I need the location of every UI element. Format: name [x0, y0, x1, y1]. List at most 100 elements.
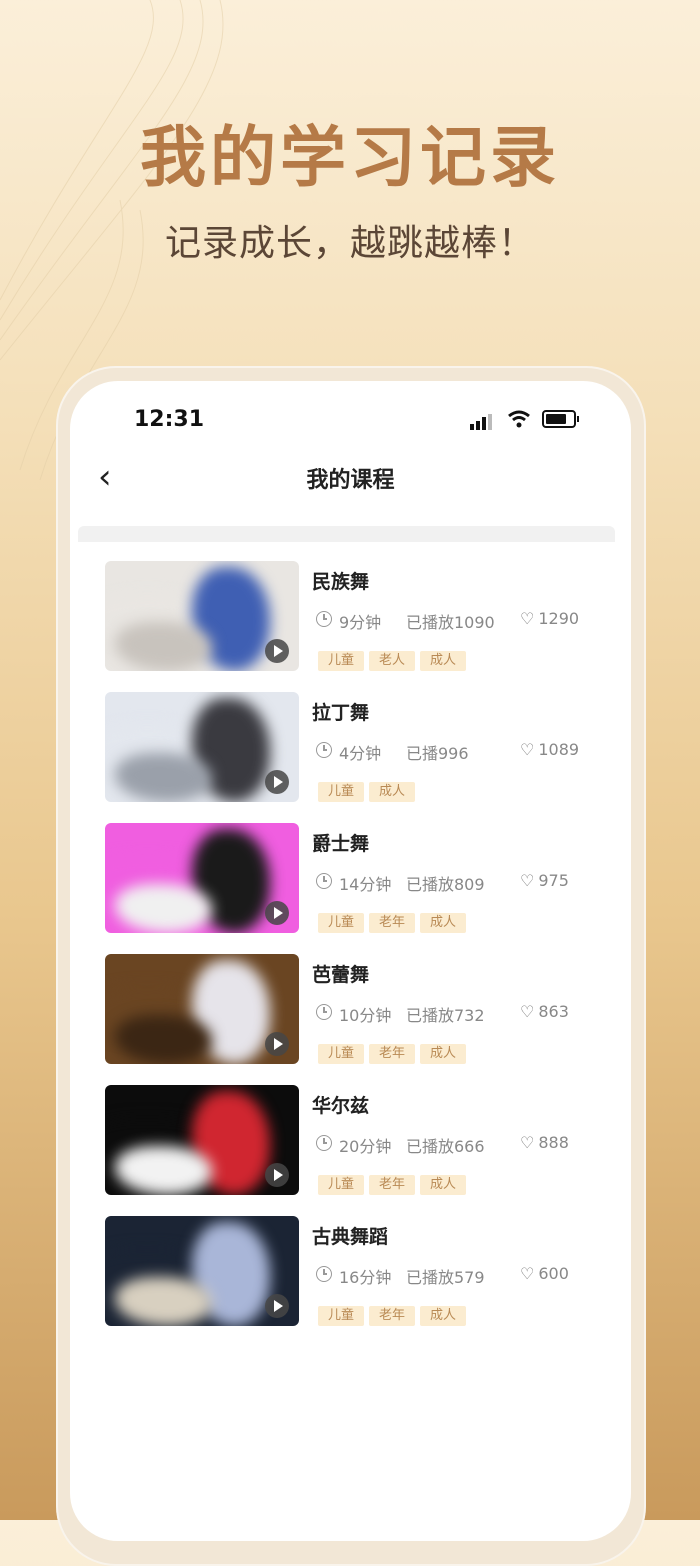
course-play-count: 已播996	[406, 744, 469, 763]
play-icon[interactable]	[265, 770, 289, 794]
course-duration: 10分钟	[339, 1006, 392, 1025]
course-thumbnail[interactable]	[105, 561, 299, 671]
promo-title: 我的学习记录	[140, 119, 560, 196]
play-icon[interactable]	[265, 639, 289, 663]
course-tag: 儿童	[318, 1306, 365, 1326]
course-tag: 儿童	[318, 913, 365, 933]
course-title: 民族舞	[312, 571, 370, 593]
course-row[interactable]: 芭蕾舞 10分钟 已播放732 ♡ 863 儿童 老年 成人	[78, 934, 615, 1065]
course-list: 民族舞 9分钟 已播放1090 ♡ 1290 儿童 老人 成人 拉丁舞 4分钟 已播9…	[78, 541, 615, 1327]
clock-icon	[316, 1004, 332, 1020]
course-row[interactable]: 爵士舞 14分钟 已播放809 ♡ 975 儿童 老年 成人	[78, 803, 615, 934]
heart-icon: ♡	[520, 740, 535, 759]
course-tag: 老年	[369, 1044, 416, 1064]
course-row[interactable]: 民族舞 9分钟 已播放1090 ♡ 1290 儿童 老人 成人	[78, 541, 615, 672]
course-tag: 老年	[369, 1175, 416, 1195]
course-title: 华尔兹	[312, 1095, 370, 1117]
course-play-count: 已播放809	[406, 875, 485, 894]
course-like-count: 975	[538, 871, 569, 890]
course-tag: 成人	[420, 1175, 467, 1195]
course-row[interactable]: 古典舞蹈 16分钟 已播放579 ♡ 600 儿童 老年 成人	[78, 1196, 615, 1327]
course-tag: 成人	[420, 1044, 467, 1064]
signal-icon	[470, 414, 492, 430]
clock-icon	[316, 1135, 332, 1151]
phone-screen: 12:31 ‹ 我的课程 民族舞 9分钟 已播放1090 ♡ 1290 儿童 老…	[70, 381, 631, 1541]
course-tag: 老年	[369, 913, 416, 933]
course-tag: 成人	[420, 1306, 467, 1326]
course-tag: 老年	[369, 1306, 416, 1326]
clock-icon	[316, 742, 332, 758]
course-title: 芭蕾舞	[312, 964, 370, 986]
heart-icon: ♡	[520, 1264, 535, 1283]
course-meta: 14分钟 已播放809 ♡ 975	[312, 871, 612, 894]
course-thumbnail[interactable]	[105, 1216, 299, 1326]
course-like-count: 1290	[538, 609, 580, 628]
course-row[interactable]: 拉丁舞 4分钟 已播996 ♡ 1089 儿童 成人	[78, 672, 615, 803]
play-icon[interactable]	[265, 1032, 289, 1056]
clock-icon	[316, 1266, 332, 1282]
course-row[interactable]: 华尔兹 20分钟 已播放666 ♡ 888 儿童 老年 成人	[78, 1065, 615, 1196]
heart-icon: ♡	[520, 609, 535, 628]
play-icon[interactable]	[265, 901, 289, 925]
course-duration: 9分钟	[339, 613, 382, 632]
course-thumbnail[interactable]	[105, 954, 299, 1064]
nav-bar: ‹ 我的课程	[70, 459, 631, 523]
course-tag: 成人	[420, 651, 467, 671]
course-play-count: 已播放1090	[406, 613, 495, 632]
course-thumbnail[interactable]	[105, 823, 299, 933]
course-like-count: 1089	[538, 740, 580, 759]
course-tags: 儿童 老年 成人	[318, 911, 471, 933]
course-meta: 20分钟 已播放666 ♡ 888	[312, 1133, 612, 1156]
heart-icon: ♡	[520, 871, 535, 890]
course-tag: 儿童	[318, 1175, 365, 1195]
wifi-icon	[508, 410, 530, 428]
course-play-count: 已播放579	[406, 1268, 485, 1287]
course-tags: 儿童 老年 成人	[318, 1304, 471, 1326]
divider	[78, 526, 615, 542]
course-like-count: 888	[538, 1133, 569, 1152]
course-tags: 儿童 成人	[318, 780, 420, 802]
course-thumbnail[interactable]	[105, 1085, 299, 1195]
status-time: 12:31	[134, 407, 205, 432]
promo-subtitle: 记录成长，越跳越棒！	[164, 223, 535, 264]
course-likes: ♡ 888	[520, 1133, 569, 1152]
course-title: 拉丁舞	[312, 702, 370, 724]
heart-icon: ♡	[520, 1002, 535, 1021]
course-tags: 儿童 老年 成人	[318, 1173, 471, 1195]
course-play-count: 已播放732	[406, 1006, 485, 1025]
course-meta: 9分钟 已播放1090 ♡ 1290	[312, 609, 612, 632]
course-duration: 20分钟	[339, 1137, 392, 1156]
course-duration: 16分钟	[339, 1268, 392, 1287]
course-like-count: 863	[538, 1002, 569, 1021]
course-tag: 成人	[420, 913, 467, 933]
course-title: 古典舞蹈	[312, 1226, 389, 1248]
course-play-count: 已播放666	[406, 1137, 485, 1156]
heart-icon: ♡	[520, 1133, 535, 1152]
course-meta: 16分钟 已播放579 ♡ 600	[312, 1264, 612, 1287]
status-bar: 12:31	[70, 381, 631, 459]
course-likes: ♡ 1089	[520, 740, 579, 759]
battery-icon	[542, 410, 579, 428]
course-tags: 儿童 老人 成人	[318, 649, 471, 671]
course-tag: 儿童	[318, 651, 365, 671]
course-meta: 4分钟 已播996 ♡ 1089	[312, 740, 612, 763]
course-likes: ♡ 863	[520, 1002, 569, 1021]
course-likes: ♡ 1290	[520, 609, 579, 628]
course-likes: ♡ 975	[520, 871, 569, 890]
play-icon[interactable]	[265, 1294, 289, 1318]
course-tag: 儿童	[318, 782, 365, 802]
clock-icon	[316, 611, 332, 627]
page-title: 我的课程	[306, 468, 395, 493]
course-duration: 4分钟	[339, 744, 382, 763]
course-title: 爵士舞	[312, 833, 370, 855]
course-thumbnail[interactable]	[105, 692, 299, 802]
course-like-count: 600	[538, 1264, 569, 1283]
course-meta: 10分钟 已播放732 ♡ 863	[312, 1002, 612, 1025]
course-likes: ♡ 600	[520, 1264, 569, 1283]
play-icon[interactable]	[265, 1163, 289, 1187]
course-tag: 儿童	[318, 1044, 365, 1064]
clock-icon	[316, 873, 332, 889]
course-tag: 老人	[369, 651, 416, 671]
course-tags: 儿童 老年 成人	[318, 1042, 471, 1064]
course-duration: 14分钟	[339, 875, 392, 894]
